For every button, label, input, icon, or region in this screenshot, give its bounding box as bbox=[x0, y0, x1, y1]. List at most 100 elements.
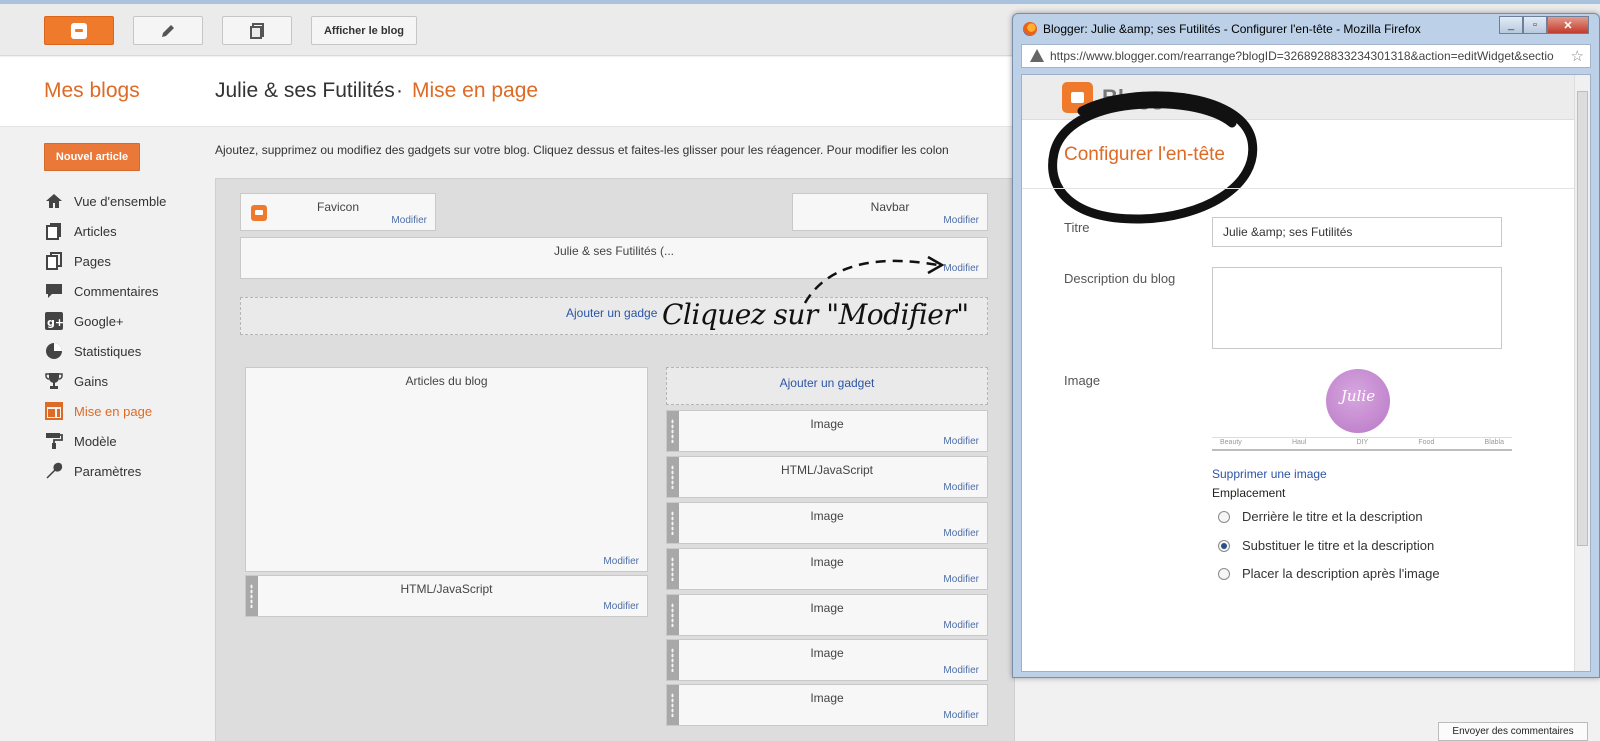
articles-icon bbox=[44, 221, 64, 241]
radio-button[interactable] bbox=[1218, 539, 1230, 552]
widget-title: Navbar bbox=[870, 200, 910, 214]
image-tag: Beauty bbox=[1220, 439, 1242, 446]
radio-button[interactable] bbox=[1218, 567, 1230, 580]
add-gadget-sidebar[interactable]: Ajouter un gadget bbox=[666, 367, 988, 405]
view-blog-button[interactable]: Afficher le blog bbox=[311, 16, 417, 45]
radio-button[interactable] bbox=[1218, 510, 1230, 523]
widget-title: Image bbox=[810, 509, 844, 523]
blogger-home-button[interactable] bbox=[44, 16, 114, 45]
sidebar-item-articles[interactable]: Articles bbox=[44, 216, 166, 246]
new-article-button[interactable]: Nouvel article bbox=[44, 143, 140, 171]
edit-link[interactable]: Modifier bbox=[943, 574, 979, 585]
sidebar-item-comments[interactable]: Commentaires bbox=[44, 276, 166, 306]
sidebar-item-pages[interactable]: Pages bbox=[44, 246, 166, 276]
close-icon[interactable]: ✕ bbox=[1547, 16, 1589, 34]
widget-title: HTML/JavaScript bbox=[780, 463, 874, 477]
popup-content: Blogger Configurer l'en-tête Titre Julie… bbox=[1021, 74, 1591, 672]
sidebar-item-label: Commentaires bbox=[74, 283, 159, 299]
sidebar-item-label: Articles bbox=[74, 223, 117, 239]
maximize-icon[interactable]: ▫ bbox=[1523, 16, 1547, 34]
wrench-icon bbox=[44, 461, 64, 481]
widget-title: Image bbox=[810, 601, 844, 615]
widget-title: Image bbox=[810, 555, 844, 569]
comments-icon bbox=[44, 281, 64, 301]
sidebar-item-template[interactable]: Modèle bbox=[44, 426, 166, 456]
sidebar-item-googleplus[interactable]: g+ Google+ bbox=[44, 306, 166, 336]
widget-image[interactable]: Image Modifier bbox=[666, 594, 988, 636]
sidebar-item-label: Paramètres bbox=[74, 463, 142, 479]
widget-title: Image bbox=[810, 691, 844, 705]
image-tag: Blabla bbox=[1484, 439, 1504, 446]
annotation-circle bbox=[1048, 91, 1258, 224]
warning-icon bbox=[1030, 49, 1044, 62]
edit-link[interactable]: Modifier bbox=[943, 482, 979, 493]
title-input[interactable]: Julie &amp; ses Futilités bbox=[1212, 217, 1502, 247]
window-controls: _ ▫ ✕ bbox=[1499, 16, 1589, 34]
widget-image[interactable]: Image Modifier bbox=[666, 684, 988, 726]
widget-html-js[interactable]: HTML/JavaScript Modifier bbox=[666, 456, 988, 498]
page-title: Mise en page bbox=[412, 79, 539, 102]
description-textarea[interactable] bbox=[1212, 267, 1502, 349]
widget-image[interactable]: Image Modifier bbox=[666, 548, 988, 590]
edit-link[interactable]: Modifier bbox=[943, 436, 979, 447]
placement-option-replace[interactable]: Substituer le titre et la description bbox=[1218, 538, 1434, 553]
new-post-button[interactable] bbox=[133, 16, 203, 45]
pages-icon bbox=[44, 251, 64, 271]
vertical-scrollbar[interactable] bbox=[1574, 75, 1590, 671]
url-bar[interactable]: https://www.blogger.com/rearrange?blogID… bbox=[1021, 44, 1591, 68]
sidebar-item-stats[interactable]: Statistiques bbox=[44, 336, 166, 366]
widget-favicon[interactable]: Favicon Modifier bbox=[240, 193, 436, 231]
sidebar-item-label: Mise en page bbox=[74, 403, 153, 419]
minimize-icon[interactable]: _ bbox=[1499, 16, 1523, 34]
remove-image-link[interactable]: Supprimer une image bbox=[1212, 467, 1327, 481]
image-tag: Haul bbox=[1291, 439, 1307, 446]
radio-label: Derrière le titre et la description bbox=[1242, 509, 1423, 524]
edit-link[interactable]: Modifier bbox=[943, 528, 979, 539]
sidebar-item-overview[interactable]: Vue d'ensemble bbox=[44, 186, 166, 216]
placement-option-behind[interactable]: Derrière le titre et la description bbox=[1218, 509, 1423, 524]
edit-link[interactable]: Modifier bbox=[943, 620, 979, 631]
paint-roller-icon bbox=[44, 431, 64, 451]
sidebar-nav: Vue d'ensemble Articles Pages Commentair… bbox=[44, 186, 166, 486]
sidebar-item-label: Gains bbox=[74, 373, 108, 389]
scrollbar-thumb[interactable] bbox=[1577, 91, 1588, 546]
radio-label: Substituer le titre et la description bbox=[1242, 538, 1435, 553]
edit-link[interactable]: Modifier bbox=[943, 215, 979, 226]
widget-image[interactable]: Image Modifier bbox=[666, 502, 988, 544]
annotation-text: Cliquez sur "Modifier" bbox=[662, 298, 969, 331]
widget-title: Image bbox=[810, 417, 844, 431]
edit-link[interactable]: Modifier bbox=[943, 710, 979, 721]
widget-blog-posts[interactable]: Articles du blog Modifier bbox=[245, 367, 648, 572]
title-separator: · bbox=[396, 79, 403, 102]
add-gadget-link[interactable]: Ajouter un gadget bbox=[667, 376, 987, 390]
edit-link[interactable]: Modifier bbox=[391, 215, 427, 226]
sidebar-item-label: Vue d'ensemble bbox=[74, 193, 167, 209]
bookmark-star-icon[interactable]: ☆ bbox=[1571, 47, 1584, 65]
edit-link[interactable]: Modifier bbox=[603, 556, 639, 567]
edit-link[interactable]: Modifier bbox=[603, 601, 639, 612]
send-feedback-button[interactable]: Envoyer des commentaires bbox=[1438, 722, 1588, 741]
sidebar-item-layout[interactable]: Mise en page bbox=[44, 396, 166, 426]
blog-title[interactable]: Julie & ses Futilités bbox=[215, 79, 395, 103]
image-label: Image bbox=[1064, 373, 1101, 388]
description-label: Description du blog bbox=[1064, 271, 1176, 286]
header-image-thumbnail: Julie bbox=[1326, 369, 1390, 433]
pages-icon bbox=[250, 22, 264, 39]
stats-icon bbox=[44, 341, 64, 361]
image-caption: Julie bbox=[1340, 387, 1376, 405]
widget-title: HTML/JavaScript bbox=[400, 582, 493, 596]
widget-navbar[interactable]: Navbar Modifier bbox=[792, 193, 988, 231]
sidebar-item-earnings[interactable]: Gains bbox=[44, 366, 166, 396]
edit-link[interactable]: Modifier bbox=[943, 665, 979, 676]
placement-option-after[interactable]: Placer la description après l'image bbox=[1218, 566, 1440, 581]
widget-html-js[interactable]: HTML/JavaScript Modifier bbox=[245, 575, 648, 617]
my-blogs-link[interactable]: Mes blogs bbox=[44, 79, 140, 103]
widget-image[interactable]: Image Modifier bbox=[666, 410, 988, 452]
firefox-icon bbox=[1023, 22, 1037, 36]
sidebar-item-settings[interactable]: Paramètres bbox=[44, 456, 166, 486]
posts-list-button[interactable] bbox=[222, 16, 292, 45]
header-image-tags: Beauty Haul DIY Food Blabla bbox=[1212, 437, 1512, 451]
googleplus-icon: g+ bbox=[44, 311, 64, 331]
image-tag: DIY bbox=[1356, 439, 1369, 446]
widget-image[interactable]: Image Modifier bbox=[666, 639, 988, 681]
